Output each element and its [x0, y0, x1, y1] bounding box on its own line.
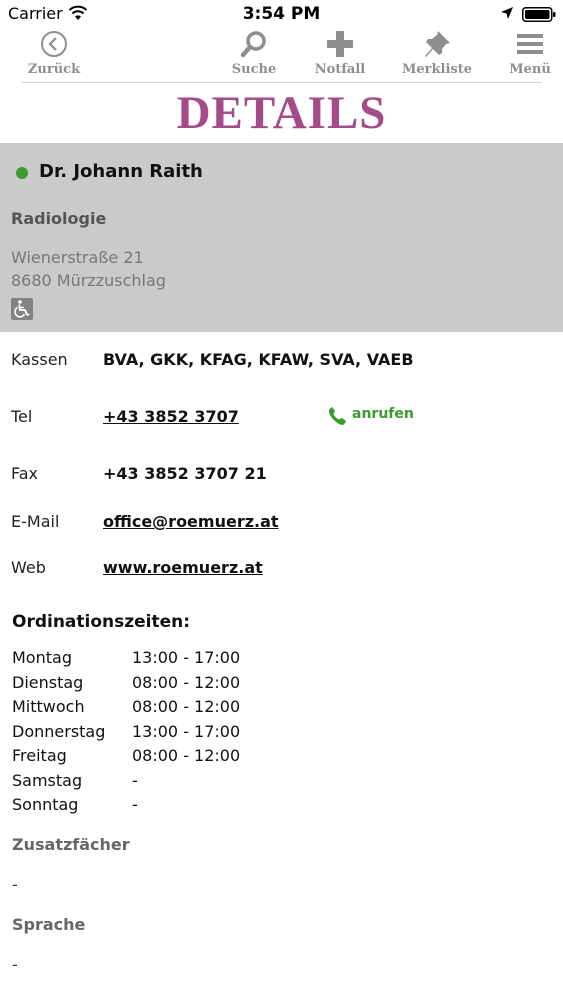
hours-heading: Ordinationszeiten:: [12, 612, 191, 632]
language-value: -: [12, 955, 18, 974]
emergency-label: Notfall: [314, 62, 366, 77]
phone-label: Tel: [11, 407, 33, 426]
pushpin-icon: [425, 31, 450, 57]
hours-day: Sonntag: [12, 795, 79, 814]
web-link[interactable]: www.roemuerz.at: [103, 558, 263, 577]
hours-time: 08:00 - 12:00: [132, 746, 241, 765]
back-icon: [41, 31, 67, 57]
hours-row: Donnerstag 13:00 - 17:00: [12, 722, 312, 747]
hours-day: Montag: [12, 648, 72, 667]
page-title: DETAILS: [176, 87, 387, 139]
hours-row: Sonntag -: [12, 795, 312, 820]
battery-icon: [522, 7, 556, 22]
hours-list: Montag 13:00 - 17:00 Dienstag 08:00 - 12…: [12, 648, 312, 820]
emergency-button[interactable]: Notfall: [306, 30, 374, 82]
hours-time: 13:00 - 17:00: [132, 721, 241, 741]
hours-row: Mittwoch 08:00 - 12:00: [12, 697, 312, 722]
hours-time: 08:00 - 12:00: [132, 697, 241, 716]
menu-button[interactable]: Menü: [500, 30, 560, 82]
hours-time: 08:00 - 12:00: [132, 672, 241, 692]
phone-icon: [328, 407, 346, 425]
bookmarks-button[interactable]: Merkliste: [398, 30, 476, 82]
hours-day: Dienstag: [12, 672, 84, 692]
fax-label: Fax: [11, 464, 39, 483]
hours-day: Freitag: [12, 746, 67, 765]
status-indicator: [16, 167, 28, 179]
search-label: Suche: [231, 62, 277, 77]
call-label: anrufen: [352, 406, 414, 422]
menu-label: Menü: [509, 62, 551, 77]
hours-row: Dienstag 08:00 - 12:00: [12, 673, 312, 698]
hours-row: Samstag -: [12, 771, 312, 796]
hours-day: Mittwoch: [12, 697, 85, 716]
hours-day: Donnerstag: [12, 721, 106, 741]
email-label: E-Mail: [11, 512, 60, 531]
clock: 3:54 PM: [242, 4, 321, 24]
address-street: Wienerstraße 21: [11, 248, 144, 267]
hamburger-menu-icon: [517, 34, 543, 54]
hours-row: Montag 13:00 - 17:00: [12, 648, 312, 673]
doctor-card: Dr. Johann Raith Radiologie Wienerstraße…: [0, 143, 563, 332]
email-link[interactable]: office@roemuerz.at: [103, 512, 279, 531]
address-city: 8680 Mürzzuschlag: [11, 271, 166, 290]
hours-row: Freitag 08:00 - 12:00: [12, 746, 312, 771]
hours-time: -: [132, 770, 138, 790]
language-heading: Sprache: [12, 915, 86, 934]
additional-specialties-heading: Zusatzfächer: [12, 835, 130, 854]
doctor-name: Dr. Johann Raith: [39, 161, 203, 182]
fax-value: +43 3852 3707 21: [103, 464, 267, 483]
search-icon: [240, 31, 266, 58]
insurance-value: BVA, GKK, KFAG, KFAW, SVA, VAEB: [103, 350, 414, 369]
hours-day: Samstag: [12, 770, 83, 790]
location-arrow-icon: [501, 7, 513, 19]
hours-time: -: [132, 795, 138, 814]
toolbar-divider: [22, 82, 542, 83]
toolbar: Zurück Suche Notfall Merkliste Menü: [0, 30, 563, 82]
plus-icon: [327, 31, 353, 57]
hours-time: 13:00 - 17:00: [132, 648, 241, 667]
search-button[interactable]: Suche: [222, 30, 286, 82]
additional-specialties-value: -: [12, 875, 18, 894]
web-label: Web: [11, 558, 46, 577]
back-label: Zurück: [27, 62, 81, 77]
back-button[interactable]: Zurück: [22, 30, 86, 82]
wheelchair-icon: [11, 298, 33, 320]
doctor-specialty: Radiologie: [11, 209, 107, 228]
bookmarks-label: Merkliste: [402, 62, 472, 77]
insurance-label: Kassen: [11, 350, 68, 369]
status-bar: Carrier 3:54 PM: [0, 0, 563, 30]
phone-link[interactable]: +43 3852 3707: [103, 407, 239, 426]
